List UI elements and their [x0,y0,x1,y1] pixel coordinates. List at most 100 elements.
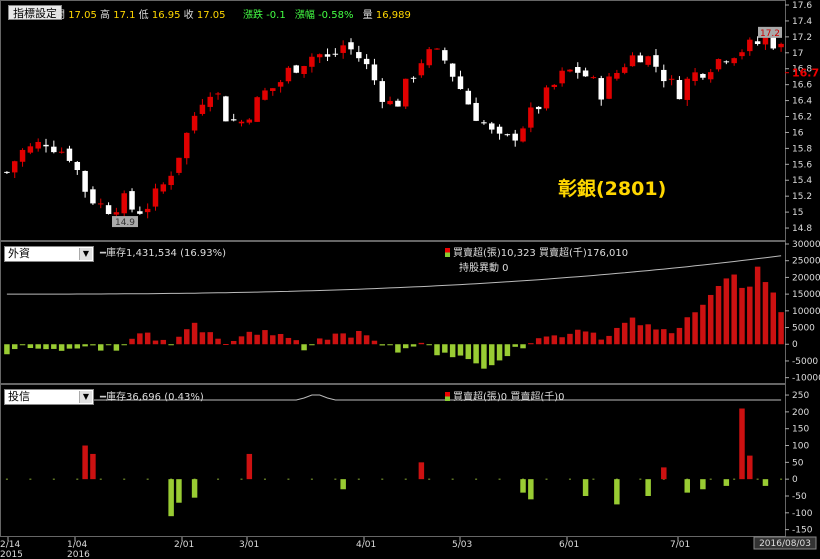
foreign-bar [137,333,143,345]
foreign-bar [676,327,683,345]
foreign-tick-label: 15000 [792,290,820,300]
trust-select[interactable]: 投信 ▼ [4,389,94,405]
candle-body [199,104,206,114]
foreign-bar [58,344,65,351]
candle-body [590,77,597,79]
foreign-select[interactable]: 外資 ▼ [4,246,94,262]
trust-tick-label: 0 [792,475,798,485]
price-tick-label: 17 [792,49,803,59]
foreign-bar [152,340,159,345]
foreign-bar [489,344,495,366]
candle-body [43,144,49,147]
foreign-bar [27,344,34,349]
candle-body [254,97,260,122]
candle-body [113,212,120,215]
foreign-bar [590,332,597,345]
foreign-bar [160,339,167,345]
foreign-bar [410,344,417,347]
foreign-bar [74,344,81,349]
candle-body [285,67,292,82]
candle-body [332,53,339,55]
foreign-tick-label: 5000 [792,324,815,334]
candle-body [301,66,307,75]
price-tick-label: 17.2 [792,33,812,43]
candle-body [121,193,127,214]
trust-tick-label: -150 [792,526,813,536]
foreign-holding-text: 庫存1,431,534 (16.93%) [106,248,227,259]
foreign-bar [535,338,542,345]
candle-body [614,72,620,79]
foreign-bar [199,332,206,345]
trust-select-value: 投信 [8,390,30,403]
candle-body [371,64,378,81]
trust-buysell-text: 買賣超(張)0 買賣超(千)0 [453,392,565,403]
stock-title: 彰銀(2801) [558,178,667,200]
change-value: -0.1 [266,10,286,21]
candle-body [176,157,182,173]
candle-body [82,170,88,192]
foreign-bar [379,344,386,346]
chevron-down-icon: ▼ [79,391,92,403]
foreign-bar [19,344,26,346]
foreign-bar [98,344,104,351]
foreign-bar [51,344,57,349]
foreign-bar [168,344,174,346]
foreign-bar [43,344,49,350]
price-tick-label: 15.2 [792,192,812,202]
low-label: 低 [138,10,149,21]
foreign-bar [747,286,753,345]
foreign-bar [770,292,777,345]
x-axis-label: 6/01 [559,540,579,550]
candle-body [442,50,448,61]
open-value: 17.05 [68,10,97,21]
last-date-label: 2016/08/03 [759,539,811,549]
foreign-bar [418,342,425,345]
volume-value: 16,989 [375,10,411,21]
candle-body [457,76,464,90]
foreign-bar [387,344,393,346]
foreign-bar [621,322,628,345]
foreign-bar [700,304,706,345]
foreign-bar [371,340,378,345]
foreign-bar [496,344,503,361]
foreign-bar [363,335,370,345]
candle-body [35,141,41,149]
foreign-bar [348,337,354,345]
candle-body [723,61,730,63]
candle-body [700,73,706,78]
indicator-settings-button[interactable]: 指標設定 [8,5,62,20]
candle-body [184,132,190,159]
open-label: 開 [55,10,65,21]
candle-body [528,107,534,128]
foreign-select-value: 外資 [8,247,30,260]
candle-body [168,175,174,186]
foreign-bar [254,334,260,345]
foreign-bar [340,333,346,345]
x-axis-year-label: 2016 [67,550,90,559]
foreign-tick-label: 20000 [792,273,820,283]
trust-bar [520,479,526,493]
foreign-tick-label: 25000 [792,257,820,267]
foreign-bar [692,312,698,345]
candle-body [66,148,73,161]
foreign-bar [762,282,769,345]
foreign-bar [223,344,229,346]
candle-body [739,52,745,57]
foreign-bar [144,332,151,345]
trust-bar [528,479,534,500]
trust-bar [246,453,253,480]
foreign-bar [395,344,401,353]
low-value: 16.95 [151,10,181,21]
close-value: 17.05 [196,10,226,21]
x-axis-label: 4/01 [356,540,376,550]
candle-body [270,88,276,91]
candle-body [645,56,651,65]
foreign-bar [121,344,127,346]
trust-bar [684,479,690,493]
candle-body [598,78,604,100]
candle-body [731,58,737,64]
foreign-bar [481,344,487,369]
candle-body [348,42,354,50]
foreign-bar [270,335,276,345]
foreign-tick-label: -5000 [792,357,818,367]
